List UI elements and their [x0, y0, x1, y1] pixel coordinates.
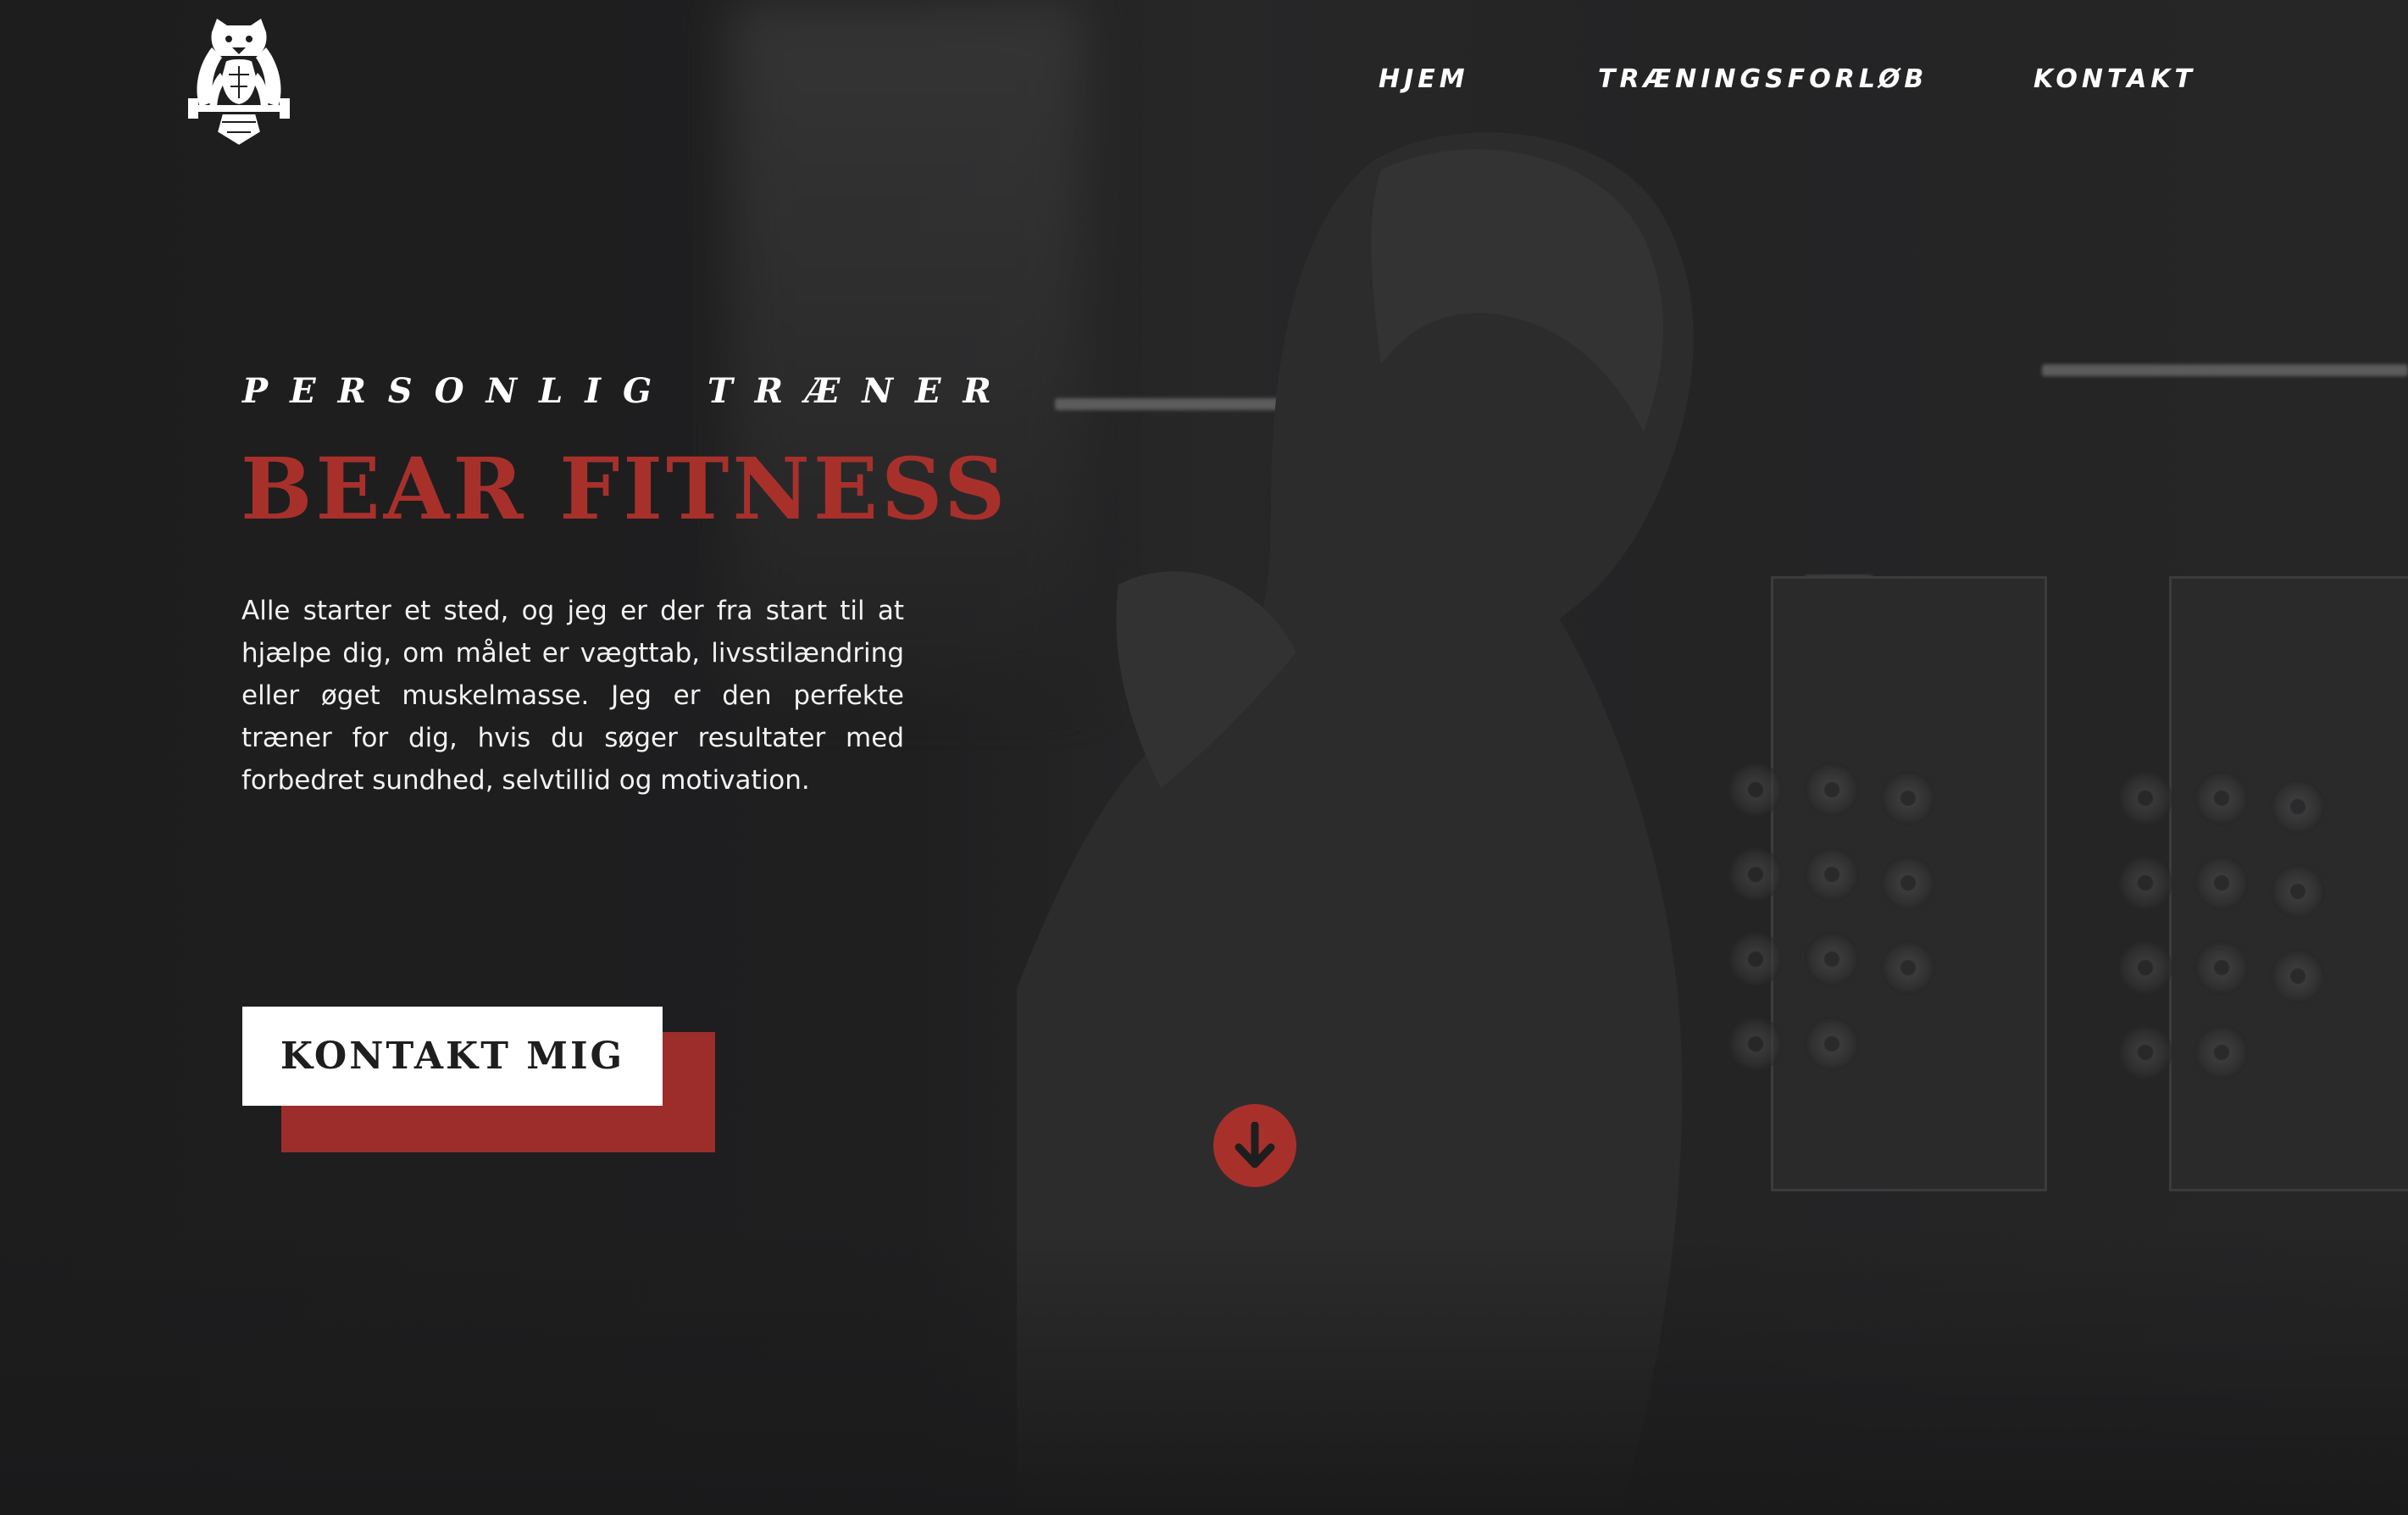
nav-item-kontakt[interactable]: KONTAKT [2033, 64, 2196, 94]
nav-item-hjem[interactable]: HJEM [1379, 64, 1469, 94]
contact-me-button-label: KONTAKT MIG [280, 1035, 625, 1078]
hero-subtitle: PERSONLIG TRÆNER [242, 371, 1013, 411]
scroll-down-button[interactable] [1213, 1104, 1296, 1187]
nav-item-traeningsforlob[interactable]: TRÆNINGSFORLØB [1598, 64, 1928, 94]
main-nav: HJEM TRÆNINGSFORLØB KONTAKT [0, 64, 2408, 103]
arrow-down-icon [1235, 1122, 1275, 1168]
contact-me-button[interactable]: KONTAKT MIG [242, 1007, 663, 1106]
hero-intro-text: Alle starter et sted, og jeg er der fra … [241, 596, 904, 796]
hero-title: BEAR FITNESS [241, 439, 1009, 539]
